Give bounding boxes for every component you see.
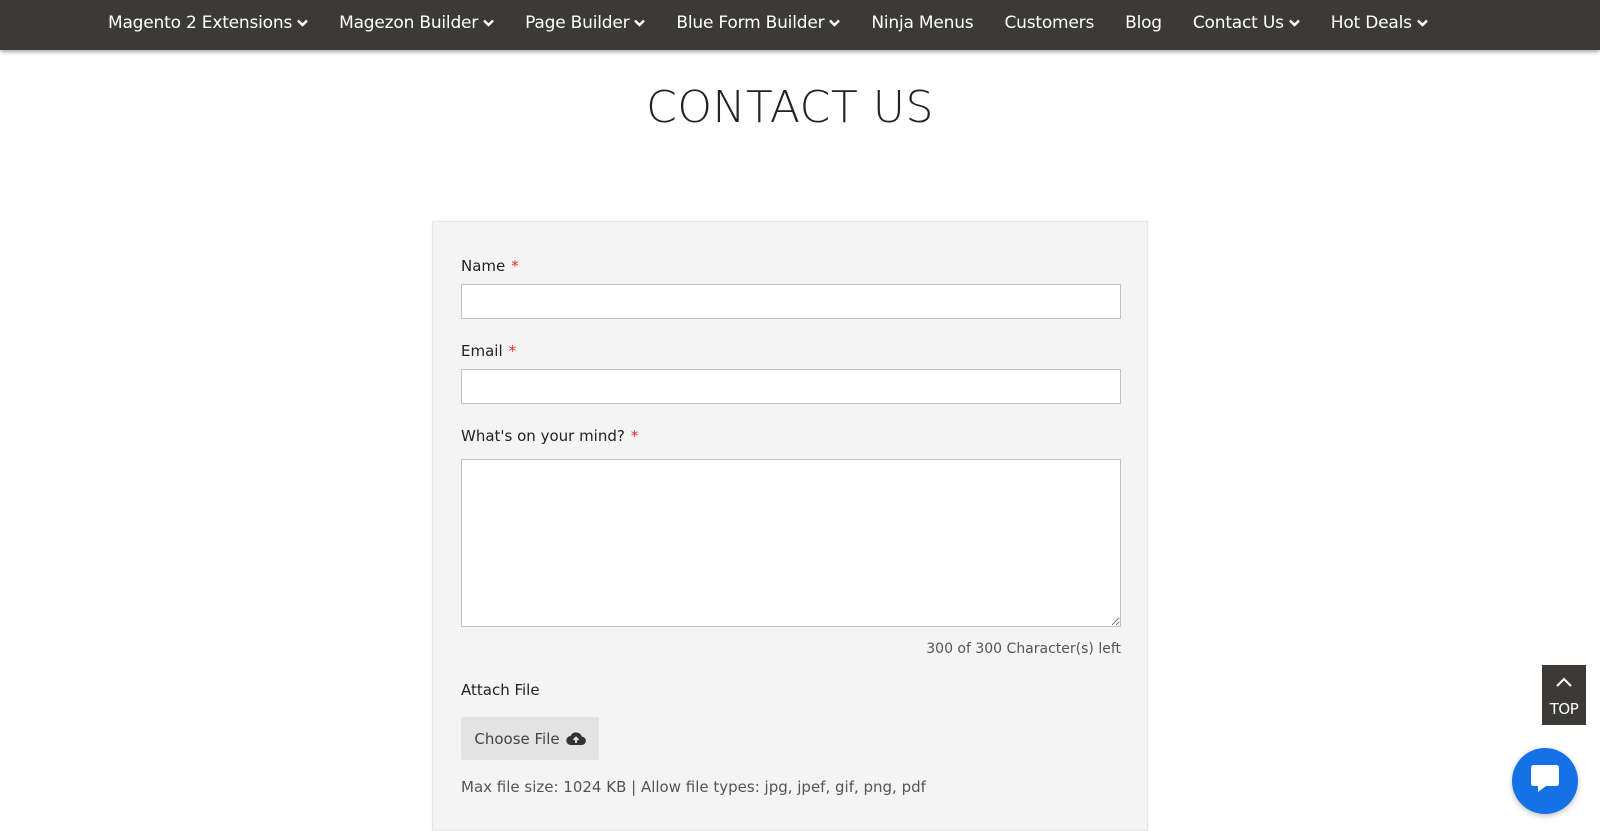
character-counter: 300 of 300 Character(s) left: [926, 641, 1121, 657]
chevron-down-icon: [829, 19, 841, 27]
chevron-down-icon: [1416, 19, 1428, 27]
chevron-down-icon: [483, 19, 494, 27]
scroll-to-top-button[interactable]: TOP: [1542, 665, 1586, 725]
chevron-up-icon: [1555, 673, 1573, 692]
nav-item-magento-2-extensions[interactable]: Magento 2 Extensions: [108, 13, 308, 33]
page-title: CONTACT US: [646, 82, 934, 133]
chevron-down-icon: [634, 19, 646, 27]
name-label: Name *: [461, 257, 519, 275]
email-input[interactable]: [461, 369, 1121, 404]
required-marker: *: [508, 342, 517, 360]
nav-item-ninja-menus[interactable]: Ninja Menus: [871, 13, 973, 33]
name-input[interactable]: [461, 284, 1121, 319]
nav-item-magezon-builder[interactable]: Magezon Builder: [339, 13, 494, 33]
file-upload-note: Max file size: 1024 KB | Allow file type…: [461, 778, 926, 796]
nav-item-page-builder[interactable]: Page Builder: [525, 13, 646, 33]
nav-item-label: Blue Form Builder: [676, 13, 825, 33]
choose-file-label: Choose File: [474, 729, 560, 748]
nav-item-label: Ninja Menus: [871, 13, 974, 33]
attach-file-label: Attach File: [461, 681, 540, 699]
nav-item-label: Magento 2 Extensions: [108, 13, 293, 33]
nav-item-blog[interactable]: Blog: [1125, 13, 1162, 33]
top-navigation-bar: Magento 2 Extensions Magezon Builder Pag…: [0, 0, 1600, 50]
required-marker: *: [630, 427, 639, 445]
nav-item-label: Contact Us: [1192, 13, 1284, 33]
choose-file-button[interactable]: Choose File: [461, 717, 599, 760]
nav-item-label: Hot Deals: [1330, 13, 1412, 33]
chevron-down-icon: [1288, 19, 1300, 27]
chevron-down-icon: [297, 19, 308, 27]
nav-item-label: Blog: [1125, 13, 1162, 33]
nav-item-contact-us[interactable]: Contact Us: [1193, 13, 1300, 33]
cloud-upload-icon: [565, 731, 586, 746]
chat-bubble-icon: [1528, 764, 1562, 798]
message-textarea[interactable]: [461, 459, 1121, 627]
nav-item-hot-deals[interactable]: Hot Deals: [1331, 13, 1428, 33]
nav-item-label: Customers: [1004, 13, 1095, 33]
required-marker: *: [511, 257, 519, 275]
email-label: Email *: [461, 342, 517, 360]
main-menu: Magento 2 Extensions Magezon Builder Pag…: [108, 0, 1428, 46]
message-label: What's on your mind? *: [461, 427, 639, 445]
nav-item-label: Magezon Builder: [339, 13, 479, 33]
scroll-to-top-label: TOP: [1549, 699, 1579, 718]
chat-launcher-button[interactable]: [1512, 748, 1578, 814]
nav-item-blue-form-builder[interactable]: Blue Form Builder: [676, 13, 841, 33]
nav-item-customers[interactable]: Customers: [1004, 13, 1094, 33]
contact-form: Name * Email * What's on your mind? * 300 o…: [432, 221, 1148, 831]
nav-item-label: Page Builder: [525, 13, 630, 33]
